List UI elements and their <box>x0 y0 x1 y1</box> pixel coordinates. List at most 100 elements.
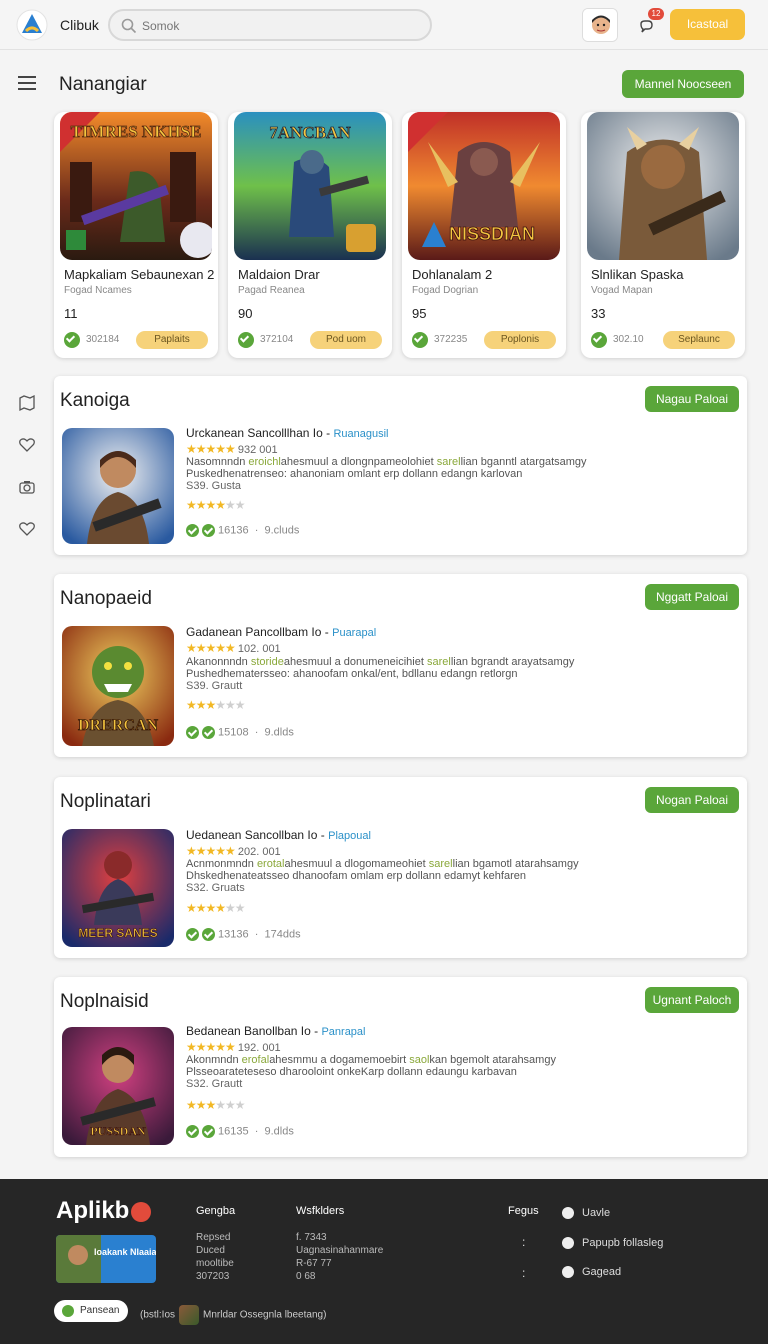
map-icon[interactable] <box>18 394 36 412</box>
app-price: S39. Gusta <box>186 480 242 492</box>
footer-col-title: Wsfklders <box>296 1205 345 1217</box>
featured-card[interactable]: Slnlikan Spaska Vogad Mapan 33 302.10 Se… <box>581 112 745 358</box>
search-bar[interactable] <box>108 9 432 41</box>
banner-title: Ioakank Nlaaiao <box>94 1247 156 1257</box>
section-action-button[interactable]: Nagau Paloai <box>645 386 739 412</box>
app-name[interactable]: Urckanean Sancolllhan Io - Ruanagusil <box>186 426 388 440</box>
footer-col-text: f. 7343 Uagnasinahanmare R-67 77 0 68 <box>296 1232 384 1282</box>
camera-icon[interactable] <box>18 478 36 496</box>
app-icon[interactable]: DRERCAN <box>62 626 174 746</box>
app-icon[interactable] <box>62 428 174 544</box>
game-art-title: TIMRES NKHSE <box>71 122 202 141</box>
app-icon[interactable]: PUSSDAN <box>62 1027 174 1145</box>
card-play-button[interactable]: Seplaunc <box>663 331 735 349</box>
app-description: Nasomnndn eroichlahesmuul a dlongnpameol… <box>186 456 587 480</box>
rating-value: 202. 001 <box>237 846 281 858</box>
app-price: S32. Grautt <box>186 1078 243 1090</box>
footer-link[interactable]: Gagead <box>562 1266 621 1279</box>
card-subtitle: Vogad Mapan <box>591 285 653 296</box>
user-avatar[interactable] <box>582 8 618 42</box>
card-subtitle: Fogad Ncames <box>64 285 132 296</box>
rating-value: 102. 001 <box>237 643 281 655</box>
mini-thumbnail <box>179 1305 200 1325</box>
card-meta: 302184 <box>86 334 120 345</box>
menu-icon[interactable] <box>18 76 36 90</box>
card-title: Slnlikan Spaska <box>591 267 684 282</box>
user-rating-stars: ★★★★★★ <box>186 901 246 915</box>
footer: Aplikb Ioakank Nlaaiao Gengba Repsed Duce… <box>0 1179 768 1344</box>
category-section: Noplinatari Nogan Paloai MEER SANES Ueda… <box>54 777 747 958</box>
footer-col-text: Repsed Duced mooltibe 307203 <box>196 1232 234 1282</box>
search-icon <box>121 18 137 34</box>
app-name[interactable]: Gadanean Pancollbam Io - Puarapal <box>186 625 376 639</box>
brand-name[interactable]: Clibuk <box>60 17 99 33</box>
app-description: Akanonnndn storideahesmuul a donumeneici… <box>186 656 575 680</box>
login-button[interactable]: Icastoal <box>670 9 745 40</box>
app-logo-icon[interactable] <box>16 9 48 41</box>
manage-button[interactable]: Mannel Noocseen <box>622 70 744 98</box>
app-tag: Plapoual <box>328 830 371 842</box>
brand-logo-icon <box>131 1201 152 1222</box>
check-icon <box>412 332 428 348</box>
section-title: Noplinatari <box>60 791 151 812</box>
app-description: Akonmndn erofalahesmmu a dogamemoebirt s… <box>186 1054 556 1078</box>
search-input[interactable] <box>142 17 412 35</box>
section-action-button[interactable]: Nggatt Paloai <box>645 584 739 610</box>
top-bar: Clibuk 12 Icastoal <box>0 0 768 50</box>
game-art-title: NISSDIAN <box>449 224 535 244</box>
card-play-button[interactable]: Paplaits <box>136 331 208 349</box>
check-icon <box>238 332 254 348</box>
user-rating-stars: ★★★★★★ <box>186 1098 246 1112</box>
game-art-title: DRERCAN <box>78 717 158 734</box>
card-score: 11 <box>64 306 78 321</box>
rating-value: 192. 001 <box>237 1042 281 1054</box>
notification-button[interactable]: 12 <box>634 8 664 38</box>
game-art: TIMRES NKHSE <box>60 112 212 260</box>
category-section: Nanopaeid Nggatt Paloai DRERCAN Gadanean… <box>54 574 747 757</box>
favorite-icon[interactable] <box>18 520 36 538</box>
section-action-button[interactable]: Nogan Paloai <box>645 787 739 813</box>
category-section: Kanoiga Nagau Paloai Urckanean Sancolllh… <box>54 376 747 555</box>
card-score: 95 <box>412 306 427 321</box>
chat-icon <box>562 1237 574 1250</box>
card-score: 90 <box>238 306 253 321</box>
footer-brand[interactable]: Aplikb <box>56 1197 152 1225</box>
card-meta: 372104 <box>260 334 294 345</box>
footer-banner[interactable]: Ioakank Nlaaiao <box>56 1235 156 1283</box>
app-stats: 16135 · 9.dlds <box>186 1125 294 1138</box>
section-action-button[interactable]: Ugnant Paloch <box>645 987 739 1013</box>
app-name[interactable]: Bedanean Banollban Io - Panrapal <box>186 1024 366 1038</box>
card-play-button[interactable]: Pod uom <box>310 331 382 349</box>
app-tag: Puarapal <box>332 627 377 639</box>
featured-card[interactable]: TIMRES NKHSE Mapkaliam Sebaunexan 2 Foga… <box>54 112 218 358</box>
heart-icon[interactable] <box>18 436 36 454</box>
card-title: Maldaion Drar <box>238 267 320 282</box>
footer-link[interactable]: Uavle <box>562 1207 610 1220</box>
rating-stars: ★★★★★ <box>186 844 236 858</box>
featured-card[interactable]: NISSDIAN Dohlanalam 2 Fogad Dogrian 95 3… <box>402 112 566 358</box>
app-tag: Panrapal <box>321 1026 366 1038</box>
card-meta: 302.10 <box>613 334 644 345</box>
app-stats: 13136 · 174dds <box>186 928 301 941</box>
card-title: Dohlanalam 2 <box>412 267 493 282</box>
notification-badge: 12 <box>648 8 664 20</box>
rating-stars: ★★★★★ <box>186 442 236 456</box>
featured-card[interactable]: 7ANCBAN Maldaion Drar Pagad Reanea 90 37… <box>228 112 392 358</box>
chat-icon <box>640 20 653 33</box>
app-name[interactable]: Uedanean Sancollban Io - Plapoual <box>186 828 371 842</box>
game-art <box>587 112 739 260</box>
category-section: Noplnaisid Ugnant Paloch PUSSDAN Bedanea… <box>54 977 747 1157</box>
app-stats: 16136 · 9.cluds <box>186 524 299 537</box>
pill-icon <box>62 1305 74 1317</box>
footer-pill-button[interactable]: Pansean <box>54 1300 128 1322</box>
section-title: Noplnaisid <box>60 991 149 1012</box>
app-icon[interactable]: MEER SANES <box>62 829 174 947</box>
card-subtitle: Pagad Reanea <box>238 285 305 296</box>
card-meta: 372235 <box>434 334 468 345</box>
user-rating-stars: ★★★★★★ <box>186 698 246 712</box>
footer-col-title: Gengba <box>196 1205 236 1217</box>
card-play-button[interactable]: Poplonis <box>484 331 556 349</box>
rating-stars: ★★★★★ <box>186 641 236 655</box>
app-price: S32. Gruats <box>186 882 245 894</box>
footer-link[interactable]: Papupb follasleg <box>562 1237 663 1250</box>
